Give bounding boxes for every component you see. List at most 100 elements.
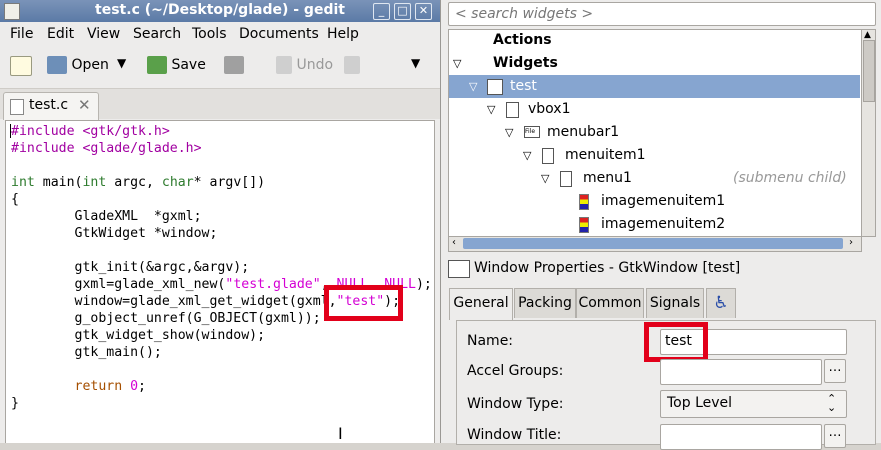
tab-accessibility[interactable]: ♿: [706, 288, 736, 318]
save-label: Save: [171, 57, 206, 73]
save-icon: [147, 56, 167, 74]
search-widgets-input[interactable]: < search widgets >: [448, 2, 876, 26]
vbox-icon: [506, 102, 519, 118]
code-keyword: int: [11, 175, 35, 190]
scroll-up-icon[interactable]: ▲: [864, 30, 871, 40]
code-text-span: gxml=glade_xml_new(: [11, 277, 226, 292]
tree-label: menubar1: [547, 124, 620, 140]
document-icon: [10, 99, 24, 115]
close-icon[interactable]: ✕: [415, 3, 432, 20]
updown-icon: ⌃ ⌄: [827, 392, 837, 414]
menu-edit[interactable]: Edit: [47, 26, 74, 42]
scrollbar-thumb[interactable]: [863, 40, 875, 102]
expander-icon[interactable]: ▽: [487, 103, 495, 116]
tree-label: Actions: [493, 32, 552, 48]
menu-documents[interactable]: Documents: [239, 26, 319, 42]
scrollbar-thumb[interactable]: [463, 238, 843, 249]
tree-vertical-scrollbar[interactable]: ▲: [861, 29, 876, 237]
tree-horizontal-scrollbar[interactable]: ‹ ›: [448, 236, 862, 252]
accel-groups-field[interactable]: [660, 359, 822, 385]
code-keyword: int: [82, 175, 107, 190]
expander-icon[interactable]: ▽: [505, 126, 513, 139]
undo-button[interactable]: Undo: [276, 56, 333, 80]
code-line: {: [11, 192, 19, 207]
scroll-right-icon[interactable]: ›: [849, 237, 853, 248]
close-tab-icon[interactable]: ✕: [78, 96, 91, 114]
menu-help[interactable]: Help: [327, 26, 359, 42]
expander-icon[interactable]: ▽: [523, 149, 531, 162]
tab-signals[interactable]: Signals: [646, 288, 704, 318]
window-title-field[interactable]: [660, 424, 822, 450]
tree-label: imagemenuitem2: [601, 216, 726, 232]
search-placeholder: < search widgets >: [455, 6, 594, 22]
tree-label: Widgets: [493, 55, 558, 71]
redo-button[interactable]: [344, 56, 360, 80]
window-title-edit-button[interactable]: …: [824, 424, 846, 448]
print-icon: [224, 56, 244, 74]
tree-hint: (submenu child): [733, 170, 847, 186]
menu-icon: [560, 171, 572, 187]
code-line: #include <glade/glade.h>: [11, 141, 202, 156]
tree-row-imagemenuitem2[interactable]: imagemenuitem2: [449, 213, 860, 234]
code-line: GladeXML *gxml;: [11, 209, 202, 224]
tree-row-vbox1[interactable]: ▽ vbox1: [449, 98, 860, 121]
tab-packing[interactable]: Packing: [514, 288, 576, 318]
code-line: #include <gtk/gtk.h>: [11, 124, 170, 139]
i-beam-cursor-icon: I: [338, 424, 343, 443]
accessibility-icon: ♿: [713, 293, 729, 313]
new-button[interactable]: [10, 56, 32, 80]
code-text-span: * argv[]): [193, 175, 266, 190]
expander-icon[interactable]: ▽: [469, 80, 477, 93]
code-text-span: argc,: [106, 175, 162, 190]
tree-label: imagemenuitem1: [601, 193, 726, 209]
window-icon: [487, 79, 503, 95]
tree-row-menuitem1[interactable]: ▽ menuitem1: [449, 144, 860, 167]
tree-row-menubar1[interactable]: ▽ File menubar1: [449, 121, 860, 144]
tree-row-imagemenuitem1[interactable]: imagemenuitem1: [449, 190, 860, 213]
window-title-label: Window Title:: [467, 427, 562, 443]
menubar-icon: File: [524, 126, 540, 138]
minimize-icon[interactable]: _: [373, 3, 390, 20]
toolbar-overflow-button[interactable]: ▼: [411, 56, 420, 80]
tree-row-widgets[interactable]: ▽ Widgets: [449, 52, 860, 75]
window-type-select[interactable]: Top Level ⌃ ⌄: [660, 390, 847, 418]
open-button[interactable]: Open: [47, 56, 109, 80]
menu-view[interactable]: View: [87, 26, 120, 42]
accel-groups-label: Accel Groups:: [467, 363, 564, 379]
tree-row-test[interactable]: ▽ test: [449, 75, 860, 98]
toolbar: Open ▼ Save Undo ▼: [0, 48, 440, 89]
expander-icon[interactable]: ▽: [453, 57, 461, 70]
ellipsis-icon: …: [828, 360, 842, 375]
tree-row-menu1[interactable]: ▽ menu1 (submenu child): [449, 167, 860, 190]
code-line: GtkWidget *window;: [11, 226, 218, 241]
tab-general[interactable]: General: [449, 288, 513, 320]
highlight-box-code: [324, 285, 403, 321]
undo-icon: [276, 56, 292, 74]
code-keyword: char: [161, 175, 194, 190]
menu-tools[interactable]: Tools: [192, 26, 227, 42]
maximize-icon[interactable]: □: [394, 3, 411, 20]
scroll-left-icon[interactable]: ‹: [452, 237, 456, 248]
tab-label: test.c: [29, 97, 69, 113]
menuitem-icon: [542, 148, 554, 164]
code-editor[interactable]: #include <gtk/gtk.h> #include <glade/gla…: [5, 120, 435, 443]
menu-file[interactable]: File: [10, 26, 33, 42]
tab-test-c[interactable]: test.c ✕: [3, 92, 99, 120]
code-text: #include <gtk/gtk.h> #include <glade/gla…: [11, 123, 432, 412]
undo-label: Undo: [296, 57, 334, 73]
menu-search[interactable]: Search: [133, 26, 181, 42]
menubar: File Edit View Search Tools Documents He…: [0, 22, 440, 47]
code-keyword: return: [11, 379, 123, 394]
code-text-span: window=glade_xml_get_widget(gxml,: [11, 294, 337, 309]
accel-groups-edit-button[interactable]: …: [824, 359, 846, 383]
open-icon: [47, 56, 67, 74]
expander-icon[interactable]: ▽: [541, 172, 549, 185]
code-line: g_object_unref(G_OBJECT(gxml));: [11, 311, 321, 326]
tree-row-actions[interactable]: Actions: [449, 29, 860, 52]
gedit-titlebar[interactable]: test.c (~/Desktop/glade) - gedit _ □ ✕: [0, 0, 440, 22]
save-button[interactable]: Save: [147, 56, 206, 80]
open-recent-dropdown[interactable]: ▼: [117, 56, 126, 80]
print-button[interactable]: [224, 56, 244, 80]
tab-common[interactable]: Common: [576, 288, 644, 318]
properties-tabs: General Packing Common Signals ♿: [448, 288, 874, 320]
